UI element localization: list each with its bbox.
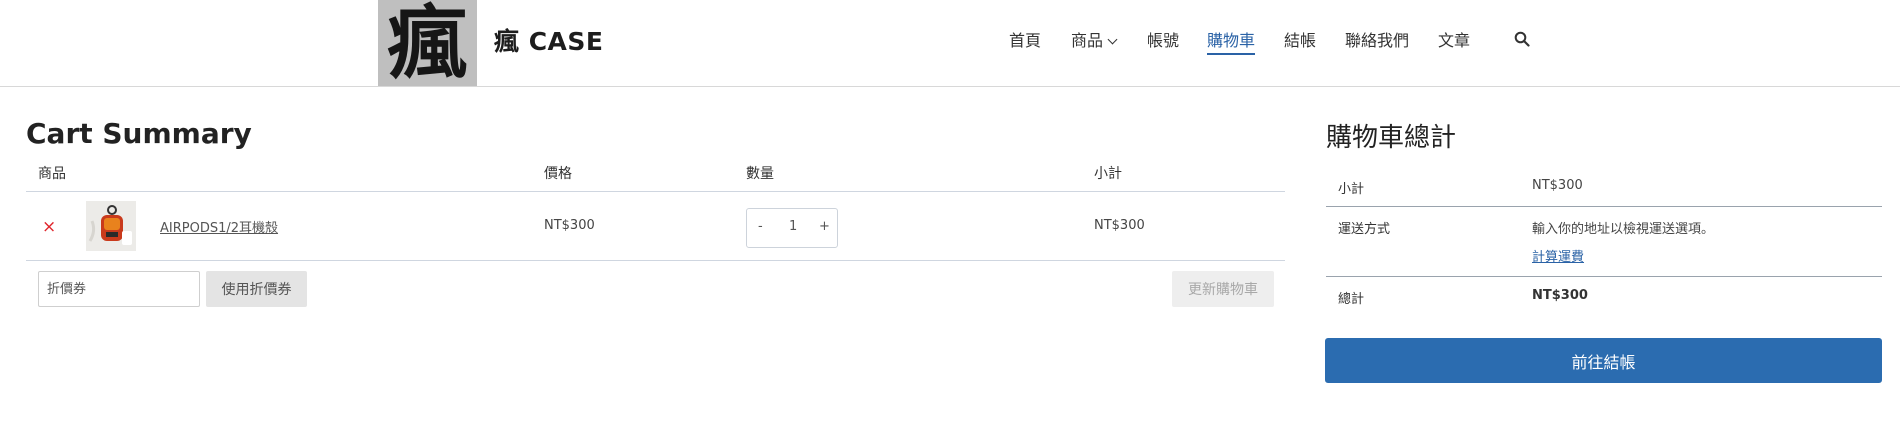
- update-cart-button[interactable]: 更新購物車: [1172, 271, 1274, 307]
- quantity-stepper[interactable]: - 1 +: [746, 208, 838, 248]
- totals-subtotal-label: 小計: [1338, 182, 1365, 197]
- cart-summary-title: Cart Summary: [26, 117, 252, 150]
- remove-item-button[interactable]: ×: [42, 217, 56, 237]
- nav-checkout[interactable]: 結帳: [1284, 27, 1316, 51]
- totals-total-value: NT$300: [1532, 288, 1588, 303]
- calculate-shipping-link[interactable]: 計算運費: [1532, 246, 1584, 265]
- column-header-price: 價格: [544, 166, 572, 182]
- nav-products[interactable]: 商品: [1071, 27, 1118, 51]
- table-divider: [26, 191, 1285, 192]
- item-subtotal: NT$300: [1094, 218, 1145, 233]
- coupon-code-input[interactable]: [38, 271, 200, 307]
- totals-shipping-label: 運送方式: [1338, 222, 1391, 237]
- nav-contact[interactable]: 聯絡我們: [1345, 27, 1409, 51]
- quantity-value[interactable]: 1: [789, 219, 797, 234]
- chevron-down-icon: [1107, 34, 1118, 45]
- nav-cart[interactable]: 購物車: [1207, 27, 1256, 55]
- site-title[interactable]: 瘋 CASE: [494, 22, 603, 58]
- site-header: 瘋 瘋 CASE 首頁 商品 帳號 購物車 結帳 聯絡我們 文章: [0, 0, 1900, 87]
- totals-subtotal-value: NT$300: [1532, 178, 1583, 193]
- column-header-product: 商品: [38, 166, 66, 182]
- proceed-to-checkout-button[interactable]: 前往結帳: [1325, 338, 1882, 383]
- apply-coupon-button[interactable]: 使用折價券: [206, 271, 307, 307]
- totals-total-label: 總計: [1338, 292, 1365, 307]
- nav-articles[interactable]: 文章: [1438, 27, 1470, 51]
- nav-account[interactable]: 帳號: [1147, 27, 1179, 51]
- cart-totals-title: 購物車總計: [1326, 123, 1457, 153]
- column-header-subtotal: 小計: [1094, 166, 1122, 182]
- search-icon[interactable]: [1514, 31, 1530, 47]
- quantity-increase-button[interactable]: +: [819, 219, 830, 234]
- logo-glyph: 瘋: [387, 0, 468, 86]
- table-divider: [26, 260, 1285, 261]
- nav-home[interactable]: 首頁: [1009, 27, 1041, 51]
- quantity-decrease-button[interactable]: -: [758, 219, 763, 234]
- item-price: NT$300: [544, 218, 595, 233]
- totals-divider: [1326, 276, 1882, 277]
- column-header-quantity: 數量: [746, 166, 774, 182]
- product-name-link[interactable]: AIRPODS1/2耳機殼: [160, 217, 278, 236]
- shipping-note: 輸入你的地址以檢視運送選項。: [1532, 222, 1715, 237]
- totals-divider: [1326, 206, 1882, 207]
- product-thumbnail[interactable]: [86, 201, 136, 251]
- site-logo[interactable]: 瘋: [378, 0, 477, 86]
